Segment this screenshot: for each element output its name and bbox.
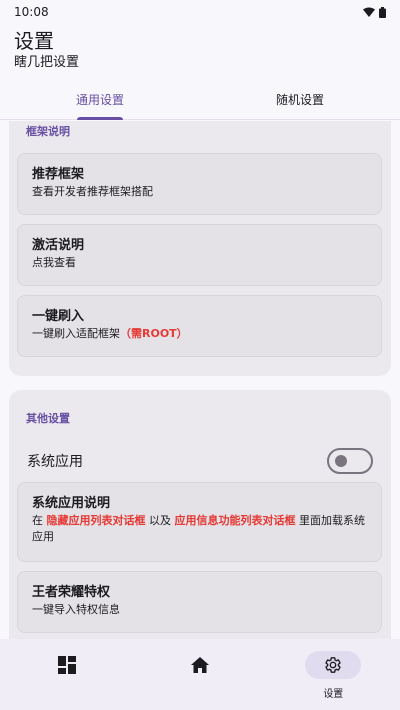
item-title: 激活说明 [32, 238, 85, 253]
item-title: 系统应用说明 [32, 496, 111, 511]
page-header: 设置 瞎几把设置 [14, 28, 79, 72]
battery-icon [379, 6, 386, 18]
system-apps-info-item[interactable]: 系统应用说明 在 隐藏应用列表对话框 以及 应用信息功能列表对话框 里面加载系统… [17, 482, 382, 562]
app-info-function-list-dialog-text: 应用信息功能列表对话框 [174, 514, 296, 527]
nav-dashboard[interactable] [0, 639, 133, 710]
activation-guide-item[interactable]: 激活说明 点我查看 [17, 224, 382, 286]
status-icons [363, 6, 386, 18]
nav-settings[interactable]: 设置 [267, 639, 400, 710]
page-subtitle: 瞎几把设置 [14, 55, 80, 70]
desc-text: 以及 [145, 514, 175, 527]
dashboard-icon [57, 656, 76, 674]
system-apps-row: 系统应用 [27, 446, 373, 476]
bottom-navigation: 设置 [0, 639, 400, 710]
item-title: 推荐框架 [32, 167, 85, 182]
one-click-flash-item[interactable]: 一键刷入 一键刷入适配框架（需ROOT） [17, 295, 382, 357]
status-bar: 10:08 [0, 0, 400, 24]
item-desc-text: 一键刷入适配框架 [32, 327, 120, 340]
system-apps-label: 系统应用 [27, 454, 83, 470]
page-title: 设置 [14, 29, 54, 53]
tab-random-settings[interactable]: 随机设置 [200, 80, 400, 119]
tab-general-settings[interactable]: 通用设置 [0, 80, 200, 120]
toggle-knob [335, 455, 347, 467]
hidden-app-list-dialog-text: 隐藏应用列表对话框 [46, 514, 146, 527]
tab-bar: 通用设置 随机设置 [0, 80, 400, 120]
home-icon [190, 657, 209, 673]
item-desc: 一键导入特权信息 [32, 603, 120, 616]
item-title: 王者荣耀特权 [32, 585, 111, 600]
nav-pill [305, 651, 362, 679]
item-desc: 在 隐藏应用列表对话框 以及 应用信息功能列表对话框 里面加载系统应用 [32, 513, 367, 545]
nav-home[interactable] [133, 639, 266, 710]
wifi-icon [363, 7, 375, 17]
nav-pill [39, 651, 95, 679]
tab-label: 通用设置 [75, 93, 124, 107]
framework-section: 框架说明 推荐框架 查看开发者推荐框架搭配 激活说明 点我查看 一键刷入 一键刷… [9, 121, 391, 376]
other-settings-section: 其他设置 系统应用 系统应用说明 在 隐藏应用列表对话框 以及 应用信息功能列表… [9, 390, 391, 639]
item-title: 一键刷入 [32, 309, 85, 324]
section-title: 框架说明 [26, 125, 70, 138]
section-title: 其他设置 [26, 412, 70, 425]
item-desc: 一键刷入适配框架（需ROOT） [32, 326, 367, 342]
recommended-framework-item[interactable]: 推荐框架 查看开发者推荐框架搭配 [17, 153, 382, 215]
tab-label: 随机设置 [275, 93, 324, 107]
item-desc: 查看开发者推荐框架搭配 [32, 185, 153, 198]
item-desc: 点我查看 [32, 256, 76, 269]
nav-pill [172, 651, 228, 679]
root-required-note: （需ROOT） [120, 327, 188, 340]
gear-icon [325, 657, 341, 673]
system-apps-toggle[interactable] [327, 448, 373, 474]
settings-scroll-area[interactable]: 框架说明 推荐框架 查看开发者推荐框架搭配 激活说明 点我查看 一键刷入 一键刷… [0, 121, 400, 639]
tab-indicator [77, 117, 123, 120]
desc-text: 在 [32, 514, 47, 527]
status-time: 10:08 [14, 5, 49, 19]
honor-of-kings-privilege-item[interactable]: 王者荣耀特权 一键导入特权信息 [17, 571, 382, 633]
nav-label: 设置 [323, 689, 344, 700]
